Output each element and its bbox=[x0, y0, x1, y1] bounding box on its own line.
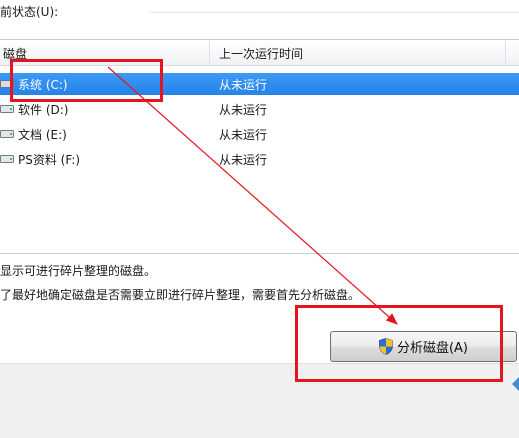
disk-row-e[interactable]: 文档 (E:) 从未运行 bbox=[0, 123, 519, 145]
column-header-last-run[interactable]: 上一次运行时间 bbox=[219, 45, 303, 62]
column-header-disk[interactable]: 磁盘 bbox=[3, 45, 27, 62]
disk-row-d[interactable]: 软件 (D:) 从未运行 bbox=[0, 98, 519, 120]
analyze-disk-label: 分析磁盘(A) bbox=[396, 341, 469, 356]
disk-name: 文档 (E:) bbox=[18, 128, 67, 142]
column-separator[interactable] bbox=[505, 40, 506, 65]
hard-drive-icon bbox=[0, 80, 14, 88]
disk-name: 软件 (D:) bbox=[18, 103, 69, 117]
info-text-analyze-hint: 了最好地确定磁盘是否需要立即进行碎片整理，需要首先分析磁盘。 bbox=[0, 288, 361, 302]
info-text-disks: 显示可进行碎片整理的磁盘。 bbox=[0, 264, 157, 278]
disk-last-run: 从未运行 bbox=[219, 103, 268, 117]
resize-grip-icon bbox=[512, 377, 519, 391]
column-separator[interactable] bbox=[209, 40, 210, 65]
bottom-bar bbox=[0, 363, 519, 438]
hard-drive-icon bbox=[0, 130, 14, 138]
disk-list[interactable]: 磁盘 上一次运行时间 系统 (C:) 从未运行 软件 (D:) 从未运行 文档 … bbox=[0, 39, 519, 254]
disk-last-run: 从未运行 bbox=[219, 128, 268, 142]
hard-drive-icon bbox=[0, 155, 14, 163]
current-status-label: 前状态(U): bbox=[0, 5, 59, 19]
hard-drive-icon bbox=[0, 105, 14, 113]
analyze-disk-button[interactable]: 分析磁盘(A) bbox=[330, 331, 517, 362]
disk-row-c[interactable]: 系统 (C:) 从未运行 bbox=[0, 73, 519, 95]
disk-row-f[interactable]: PS资料 (F:) 从未运行 bbox=[0, 148, 519, 170]
disk-last-run: 从未运行 bbox=[219, 153, 268, 167]
disk-name: PS资料 (F:) bbox=[18, 153, 81, 167]
disk-name: 系统 (C:) bbox=[18, 78, 68, 92]
list-header: 磁盘 上一次运行时间 bbox=[0, 40, 519, 66]
disk-last-run: 从未运行 bbox=[219, 78, 268, 92]
status-divider bbox=[150, 12, 519, 13]
uac-shield-icon bbox=[379, 338, 393, 355]
